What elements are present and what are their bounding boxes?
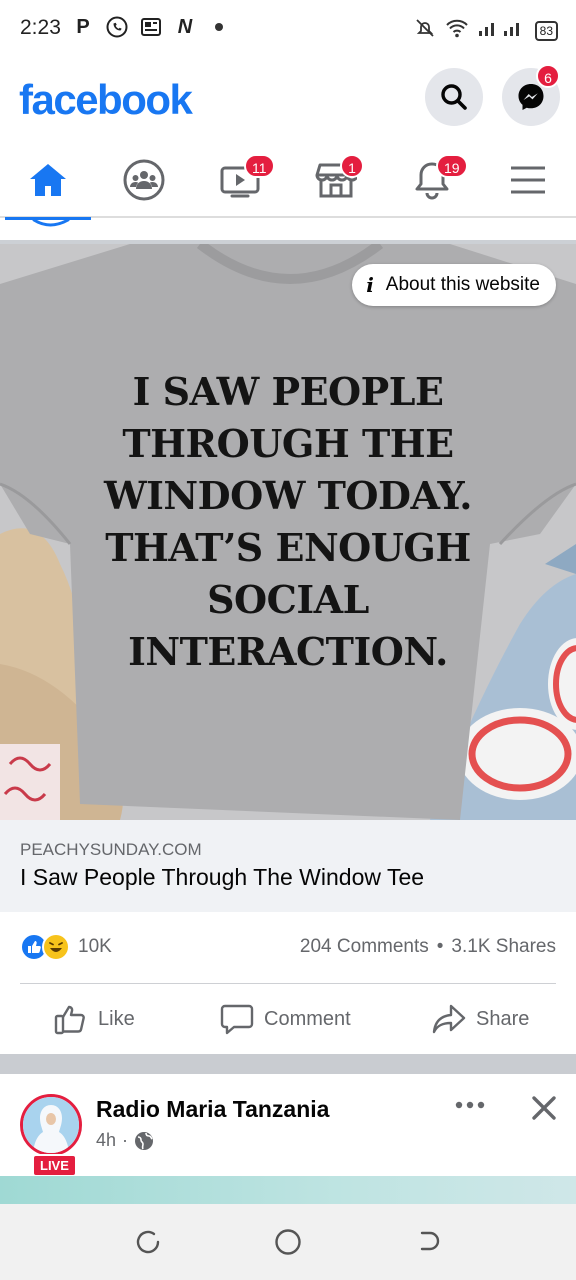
post-separator	[0, 1054, 576, 1074]
shares-count[interactable]: 3.1K Shares	[451, 936, 556, 958]
status-time: 2:23	[20, 16, 61, 39]
status-notification-icons: P N	[70, 14, 232, 40]
tab-groups[interactable]	[96, 142, 192, 218]
meta-separator: ·	[122, 1130, 129, 1150]
watch-badge: 11	[244, 154, 275, 178]
share-label: Share	[476, 1007, 530, 1030]
tab-notifications[interactable]: 19	[384, 142, 480, 218]
p-icon: P	[76, 15, 90, 38]
shirt-print-text: I SAW PEOPLE THROUGH THE WINDOW TODAY. T…	[0, 366, 576, 678]
engagement-counts: 204 Comments • 3.1K Shares	[300, 936, 556, 958]
next-post-media-preview[interactable]	[0, 1176, 576, 1204]
reaction-count[interactable]: 10K	[78, 936, 112, 958]
tab-marketplace[interactable]: 1	[288, 142, 384, 218]
status-system-icons: 83	[413, 16, 558, 45]
shirt-text-line: THAT’S ENOUGH	[105, 525, 471, 570]
system-nav-bar	[0, 1204, 576, 1280]
about-this-website-button[interactable]: i About this website	[352, 264, 556, 306]
whatsapp-icon	[104, 14, 130, 40]
messenger-badge: 6	[536, 64, 560, 88]
mute-bell-icon	[413, 16, 437, 45]
comment-bubble-icon	[220, 1004, 254, 1035]
main-nav-tabs: 11 1 19	[0, 142, 576, 220]
link-preview[interactable]: PEACHYSUNDAY.COM I Saw People Through Th…	[0, 820, 576, 912]
comment-button[interactable]: Comment	[220, 984, 351, 1054]
about-website-label: About this website	[385, 274, 540, 295]
tab-menu[interactable]	[480, 142, 576, 218]
battery-indicator: 83	[534, 20, 558, 41]
hide-post-button[interactable]	[524, 1088, 564, 1128]
reaction-icons[interactable]	[20, 933, 70, 961]
post-actions: Like Comment Share	[0, 984, 576, 1054]
wifi-icon	[445, 17, 469, 44]
info-icon: i	[366, 273, 374, 297]
reactions-summary: 10K 204 Comments • 3.1K Shares	[0, 912, 576, 984]
dot-icon	[206, 14, 232, 40]
back-icon	[420, 1231, 440, 1251]
next-post-header: LIVE Radio Maria Tanzania 4h ·	[0, 1074, 576, 1177]
facebook-logo[interactable]: facebook	[19, 76, 193, 124]
link-title: I Saw People Through The Window Tee	[20, 864, 425, 890]
tab-home[interactable]	[0, 142, 96, 220]
notifications-badge: 19	[436, 154, 468, 178]
like-label: Like	[98, 1007, 135, 1030]
n-icon: N	[177, 15, 193, 38]
signal-icon	[477, 18, 527, 43]
link-domain: PEACHYSUNDAY.COM	[20, 840, 202, 859]
hamburger-menu-icon	[511, 166, 545, 194]
circle-home-icon	[275, 1229, 301, 1255]
comments-count[interactable]: 204 Comments	[300, 936, 429, 958]
like-button[interactable]: Like	[54, 984, 135, 1054]
shirt-text-line: THROUGH THE	[122, 421, 454, 466]
more-dots-icon	[455, 1101, 485, 1109]
ad-product-image[interactable]: I SAW PEOPLE THROUGH THE WINDOW TODAY. T…	[0, 244, 576, 820]
post-time[interactable]: 4h	[96, 1130, 116, 1151]
share-arrow-icon	[432, 1004, 466, 1034]
home-system-button[interactable]	[270, 1224, 306, 1260]
count-separator: •	[436, 936, 444, 957]
app-header: facebook 6	[0, 58, 576, 142]
shirt-text-line: I SAW PEOPLE	[132, 369, 444, 414]
post-meta: 4h ·	[96, 1130, 154, 1151]
back-button[interactable]	[410, 1224, 446, 1260]
shirt-text-line: SOCIAL	[207, 577, 369, 622]
home-icon	[30, 164, 66, 196]
search-icon	[441, 84, 467, 110]
live-badge: LIVE	[32, 1154, 77, 1177]
tab-watch[interactable]: 11	[192, 142, 288, 218]
haha-reaction-icon	[42, 933, 70, 961]
thumbs-up-icon	[54, 1005, 85, 1035]
globe-icon	[135, 1131, 154, 1150]
page-avatar[interactable]	[20, 1094, 82, 1156]
groups-icon	[123, 159, 165, 201]
share-button[interactable]: Share	[432, 984, 529, 1054]
recents-button[interactable]	[130, 1224, 166, 1260]
post-author-name[interactable]: Radio Maria Tanzania	[96, 1096, 329, 1123]
search-button[interactable]	[425, 68, 483, 126]
shirt-text-line: INTERACTION.	[128, 629, 448, 674]
post-options-button[interactable]	[452, 1090, 488, 1120]
status-bar: 2:23 P N 83	[0, 0, 576, 58]
messenger-button[interactable]: 6	[502, 64, 560, 126]
recents-icon	[136, 1230, 160, 1254]
close-icon	[532, 1096, 556, 1120]
news-icon	[138, 14, 164, 40]
marketplace-badge: 1	[340, 154, 364, 178]
shirt-text-line: WINDOW TODAY.	[103, 473, 473, 518]
comment-label: Comment	[264, 1007, 351, 1030]
